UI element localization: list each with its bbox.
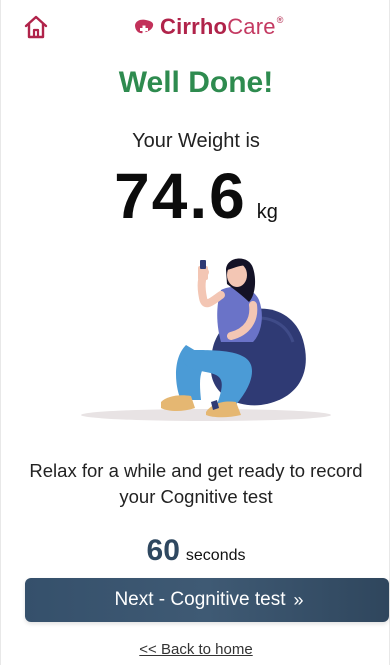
liver-logo-icon: [135, 19, 154, 34]
back-to-home-link[interactable]: << Back to home: [1, 641, 390, 658]
weight-result-screen: CirrhoCare® Well Done! Your Weight is 74…: [0, 0, 390, 665]
header: CirrhoCare®: [1, 0, 390, 52]
next-button-label: Next - Cognitive test: [114, 589, 286, 610]
weight-label: Your Weight is: [132, 130, 260, 152]
weight-unit: kg: [256, 201, 278, 223]
weight-value: 74.6: [114, 160, 247, 232]
next-cognitive-test-button[interactable]: Next - Cognitive test »: [25, 578, 389, 622]
timer-value: 60: [146, 534, 180, 567]
app-logo: CirrhoCare®: [133, 11, 284, 43]
page-title: Well Done!: [118, 66, 274, 99]
app-name: CirrhoCare®: [160, 14, 284, 39]
weight-display: 74.6 kg: [1, 164, 390, 228]
relaxing-woman-illustration: [71, 250, 341, 430]
instruction-message: Relax for a while and get ready to recor…: [29, 460, 363, 507]
countdown-timer: 60 seconds: [1, 536, 390, 566]
double-chevron-right-icon: »: [293, 589, 304, 610]
timer-unit: seconds: [185, 547, 246, 564]
home-button[interactable]: [23, 14, 49, 40]
home-icon: [24, 15, 48, 39]
